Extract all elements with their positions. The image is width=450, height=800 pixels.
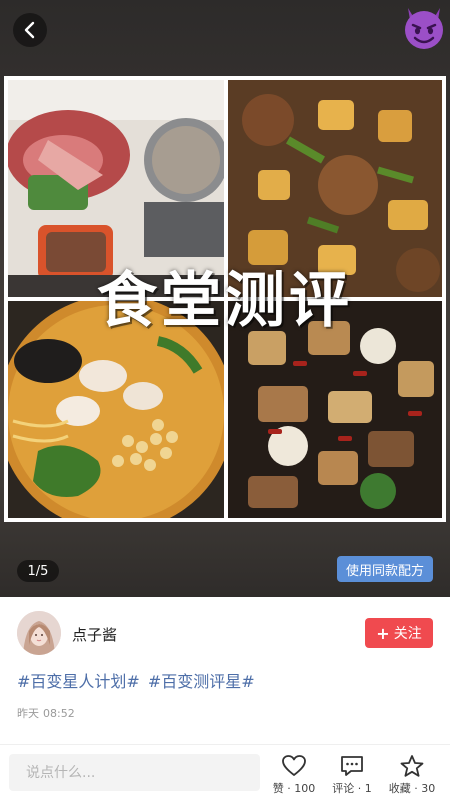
devil-emoji-icon xyxy=(405,8,443,49)
post-time-clock: 08:52 xyxy=(43,707,75,720)
heart-icon xyxy=(282,755,306,776)
author-name[interactable]: 点子酱 xyxy=(72,624,117,645)
comment-button[interactable]: 评论 · 1 xyxy=(324,754,380,798)
star-icon xyxy=(400,755,424,777)
hashtag-link[interactable]: #百变测评星# xyxy=(148,672,255,691)
like-count-label: 赞 · 100 xyxy=(272,782,316,795)
favorite-button[interactable]: 收藏 · 30 xyxy=(384,754,440,798)
post-timestamp: 昨天 08:52 xyxy=(17,705,75,721)
image-viewer[interactable]: 食堂测评 1/5 使用同款配方 xyxy=(0,0,450,597)
back-button[interactable] xyxy=(13,13,47,47)
collage-overlay-title: 食堂测评 xyxy=(97,266,353,336)
avatar[interactable] xyxy=(17,611,61,655)
post-time-day: 昨天 xyxy=(17,707,39,720)
bottom-action-bar: 赞 · 100 评论 · 1 收藏 · 30 xyxy=(0,745,450,800)
page-indicator: 1/5 xyxy=(17,560,59,582)
comment-icon xyxy=(341,756,363,776)
chevron-left-icon xyxy=(24,21,35,39)
comment-input[interactable] xyxy=(9,754,260,791)
like-button[interactable]: 赞 · 100 xyxy=(266,754,322,798)
plus-icon: + xyxy=(376,623,390,643)
hashtag-link[interactable]: #百变星人计划# xyxy=(17,672,140,691)
photo-collage[interactable]: 食堂测评 xyxy=(4,76,446,522)
comment-count-label: 评论 · 1 xyxy=(332,782,372,795)
follow-button[interactable]: + 关注 xyxy=(365,618,433,648)
follow-label: 关注 xyxy=(393,626,422,642)
hashtag-list: #百变星人计划# #百变测评星# xyxy=(17,668,263,692)
favorite-count-label: 收藏 · 30 xyxy=(388,782,436,795)
author-row: 点子酱 + 关注 xyxy=(0,597,450,667)
use-same-recipe-button[interactable]: 使用同款配方 xyxy=(337,556,433,582)
